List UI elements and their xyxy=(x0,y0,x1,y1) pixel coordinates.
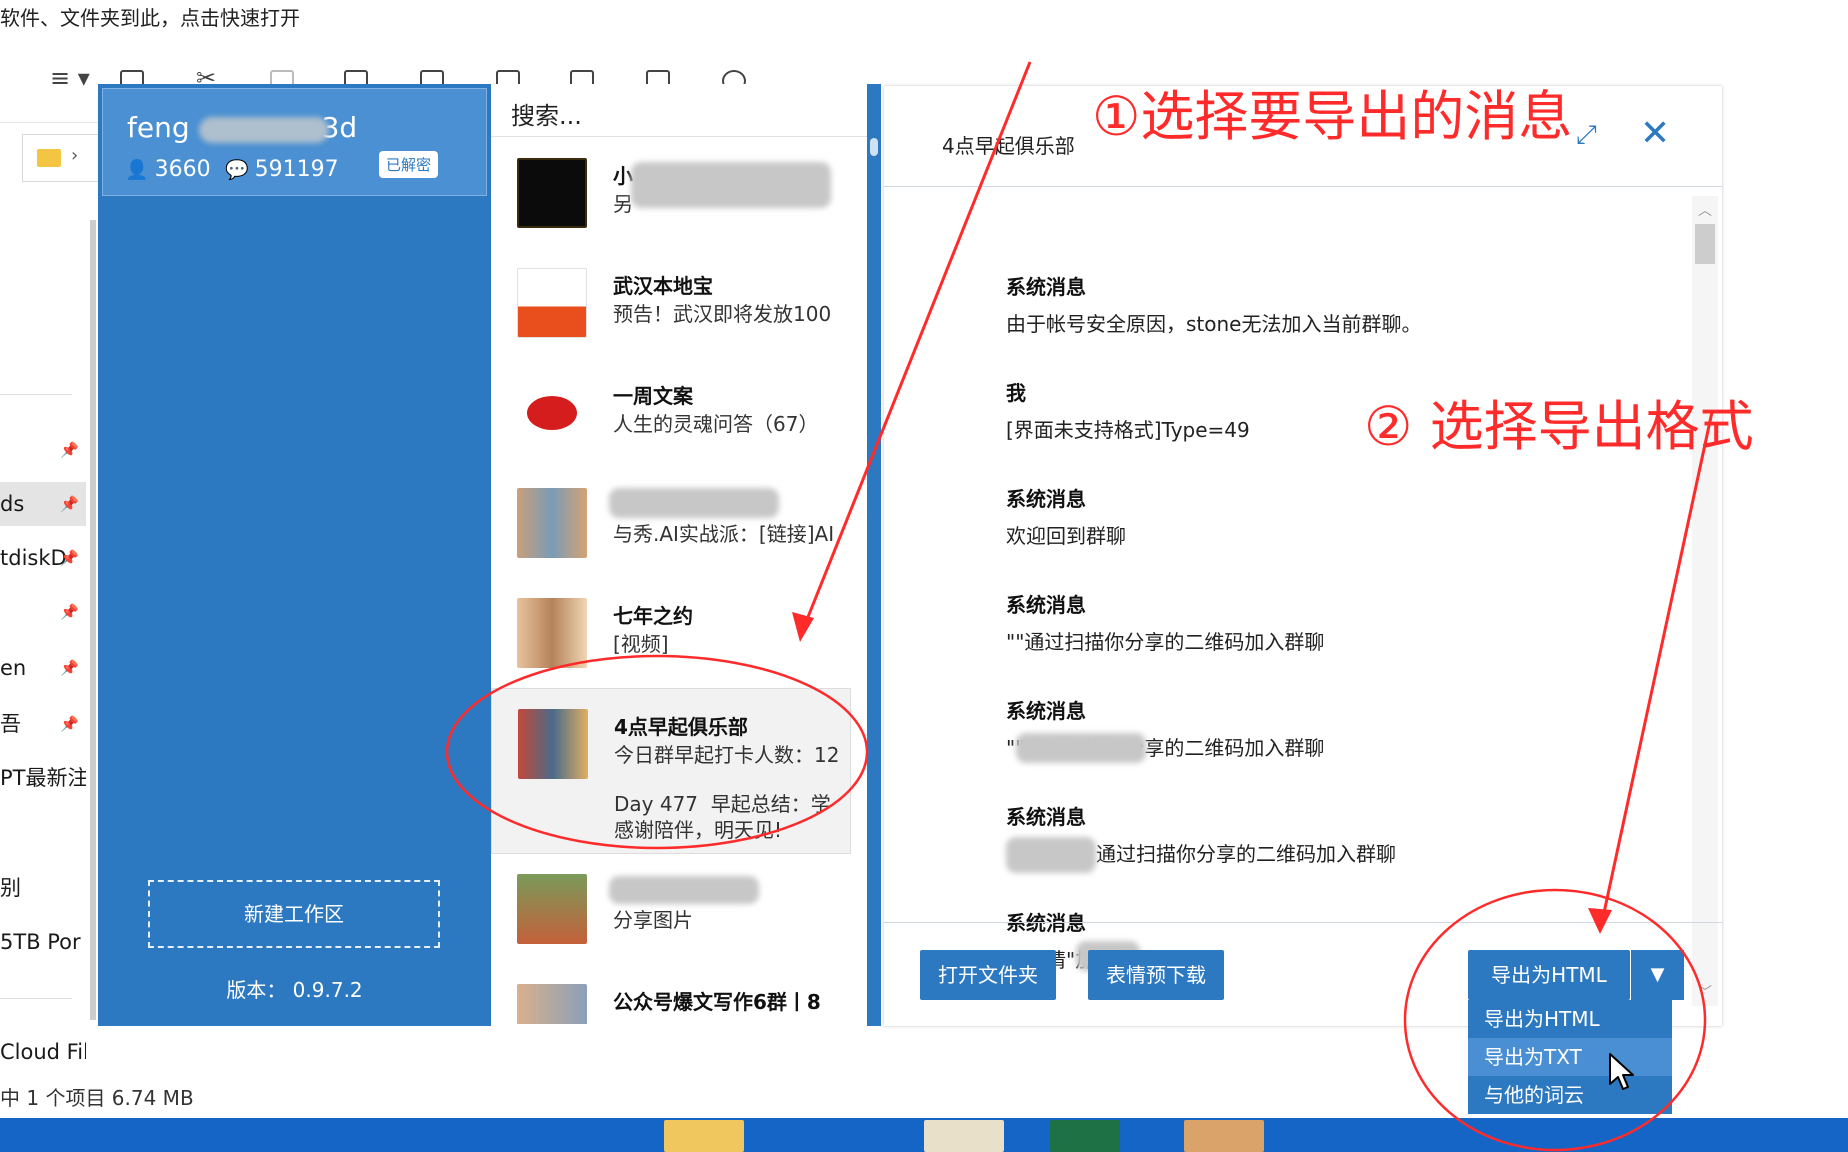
message[interactable]: 系统消息 由于帐号安全原因，stone无法加入当前群聊。 xyxy=(1006,271,1566,337)
nav-item[interactable]: ds 📌 xyxy=(0,482,86,526)
pin-icon: 📌 xyxy=(60,603,79,621)
pig-logo-icon xyxy=(527,396,577,430)
message-list: 系统消息 由于帐号安全原因，stone无法加入当前群聊。 我 [界面未支持格式]… xyxy=(884,187,1722,1007)
nav-item[interactable]: 5TB Por xyxy=(0,920,86,964)
chat-item[interactable]: 七年之约 [视频] xyxy=(491,578,851,688)
name-redaction xyxy=(199,117,329,143)
message[interactable]: 系统消息 ""通过扫描你分享的二维码加入群聊 xyxy=(1006,695,1566,763)
decrypted-badge: 已解密 xyxy=(379,151,439,178)
redaction xyxy=(1016,733,1146,763)
emoji-predownload-button[interactable]: 表情预下载 xyxy=(1088,950,1224,1000)
close-icon[interactable]: ✕ xyxy=(1640,116,1670,152)
explorer-status-bar: 中 1 个项目 6.74 MB xyxy=(0,1086,194,1110)
scrollbar-thumb[interactable] xyxy=(870,138,878,156)
messages-count: 💬 591197 xyxy=(225,157,339,182)
account-panel: feng 3d 👤 3660 💬 591197 已解密 新建工作区 版本： 0.9.7… xyxy=(98,84,491,1026)
avatar xyxy=(517,158,587,228)
excel-taskbar-icon[interactable] xyxy=(1050,1120,1120,1152)
new-workspace-button[interactable]: 新建工作区 xyxy=(148,880,440,948)
redaction xyxy=(609,876,759,904)
chat-item[interactable]: 分享图片 xyxy=(491,854,851,964)
nav-divider xyxy=(0,394,72,395)
nav-scrollbar[interactable] xyxy=(90,220,96,1020)
search-divider xyxy=(491,136,867,137)
caret-down-icon: ▼ xyxy=(1650,964,1665,985)
annotation-step-2: ② 选择导出格式 xyxy=(1364,395,1754,458)
file-explorer-taskbar-icon[interactable] xyxy=(664,1120,744,1152)
avatar xyxy=(517,268,587,338)
nav-item[interactable]: Cloud Fil xyxy=(0,1030,86,1074)
pin-icon: 📌 xyxy=(60,715,79,733)
export-html-button[interactable]: 导出为HTML xyxy=(1468,950,1630,1000)
chat-item[interactable]: 武汉本地宝 预告！武汉即将发放100 xyxy=(491,248,851,358)
chat-list-scrollbar[interactable] xyxy=(867,84,881,1026)
chat-bubble-icon: 💬 xyxy=(225,159,249,181)
mouse-cursor-icon xyxy=(1609,1053,1634,1090)
app-taskbar-icon[interactable] xyxy=(924,1120,1004,1152)
message-panel: 4点早起俱乐部 ⤢ ✕ 系统消息 由于帐号安全原因，stone无法加入当前群聊。… xyxy=(884,86,1722,1026)
message-scrollbar[interactable]: ︿ ﹀ xyxy=(1692,196,1718,1006)
redaction xyxy=(1006,837,1096,873)
folder-icon xyxy=(37,149,61,167)
chevron-right-icon: › xyxy=(71,145,79,166)
redaction xyxy=(609,488,779,518)
nav-item[interactable]: PT最新注 xyxy=(0,756,86,800)
nav-item[interactable]: 吾 📌 xyxy=(0,702,86,746)
nav-item[interactable]: en 📌 xyxy=(0,646,86,690)
nav-divider xyxy=(0,998,72,999)
export-txt-option[interactable]: 导出为TXT xyxy=(1468,1038,1672,1076)
chat-item-selected[interactable]: 4点早起俱乐部 今日群早起打卡人数：12 Day 477 早起总结：学 感谢陪伴… xyxy=(491,688,851,854)
view-menu-icon[interactable]: ≡ ▾ xyxy=(50,64,90,92)
message[interactable]: 系统消息 通过扫描你分享的二维码加入群聊 xyxy=(1006,801,1566,873)
avatar xyxy=(518,709,588,779)
account-card[interactable]: feng 3d 👤 3660 💬 591197 已解密 xyxy=(102,88,487,196)
avatar xyxy=(517,378,587,448)
pin-icon: 📌 xyxy=(60,659,79,677)
avatar xyxy=(517,598,587,668)
user-icon: 👤 xyxy=(125,159,149,181)
search-input[interactable]: 搜索... xyxy=(511,96,582,131)
version-label: 版本： 0.9.7.2 xyxy=(226,978,363,1002)
avatar xyxy=(517,874,587,944)
chat-item[interactable]: 一周文案 人生的灵魂问答（67） xyxy=(491,358,851,468)
address-bar[interactable]: › xyxy=(22,134,102,182)
nav-item[interactable]: 📌 xyxy=(0,590,86,634)
message[interactable]: 系统消息 ""通过扫描你分享的二维码加入群聊 xyxy=(1006,589,1566,655)
pin-icon: 📌 xyxy=(60,441,79,459)
open-folder-button[interactable]: 打开文件夹 xyxy=(920,950,1056,1000)
expand-icon[interactable]: ⤢ xyxy=(1576,120,1597,151)
nav-item[interactable]: 📌 xyxy=(0,428,86,472)
taskbar xyxy=(0,1118,1848,1152)
nav-item[interactable]: 别 xyxy=(0,866,86,910)
scroll-down-icon[interactable]: ﹀ xyxy=(1698,982,1712,1002)
annotation-step-1: ①选择要导出的消息 xyxy=(1092,85,1573,148)
pin-icon: 📌 xyxy=(60,549,79,567)
avatar xyxy=(517,984,587,1024)
group-title: 4点早起俱乐部 xyxy=(942,134,1075,158)
export-dropdown-toggle[interactable]: ▼ xyxy=(1630,950,1684,1000)
pin-icon: 📌 xyxy=(60,495,79,513)
scrollbar-thumb[interactable] xyxy=(1695,224,1715,264)
redaction xyxy=(631,162,831,208)
chat-item[interactable]: 小 另 xyxy=(491,138,851,248)
footer-divider xyxy=(884,922,1722,923)
message[interactable]: 系统消息 欢迎回到群聊 xyxy=(1006,483,1566,549)
chat-item[interactable]: 与秀.AI实战派：[链接]AI xyxy=(491,468,851,578)
export-html-option[interactable]: 导出为HTML xyxy=(1468,1000,1672,1038)
quick-access-hint: 软件、文件夹到此，点击快速打开 xyxy=(0,6,300,30)
image-taskbar-icon[interactable] xyxy=(1184,1120,1264,1152)
avatar xyxy=(517,488,587,558)
nav-item[interactable]: tdiskD 📌 xyxy=(0,536,86,580)
export-format-menu: 导出为HTML 导出为TXT 与他的词云 xyxy=(1468,1000,1672,1114)
chat-item[interactable]: 公众号爆文写作6群丨8 xyxy=(491,964,851,1024)
scroll-up-icon[interactable]: ︿ xyxy=(1698,200,1712,220)
contacts-count: 👤 3660 xyxy=(125,157,211,182)
word-cloud-option[interactable]: 与他的词云 xyxy=(1468,1076,1672,1114)
toolbar-divider xyxy=(0,122,100,123)
chat-list-panel: 搜索... 小 另 武汉本地宝 预告！武汉即将发放100 一周文案 人生的灵魂问… xyxy=(491,84,884,1026)
